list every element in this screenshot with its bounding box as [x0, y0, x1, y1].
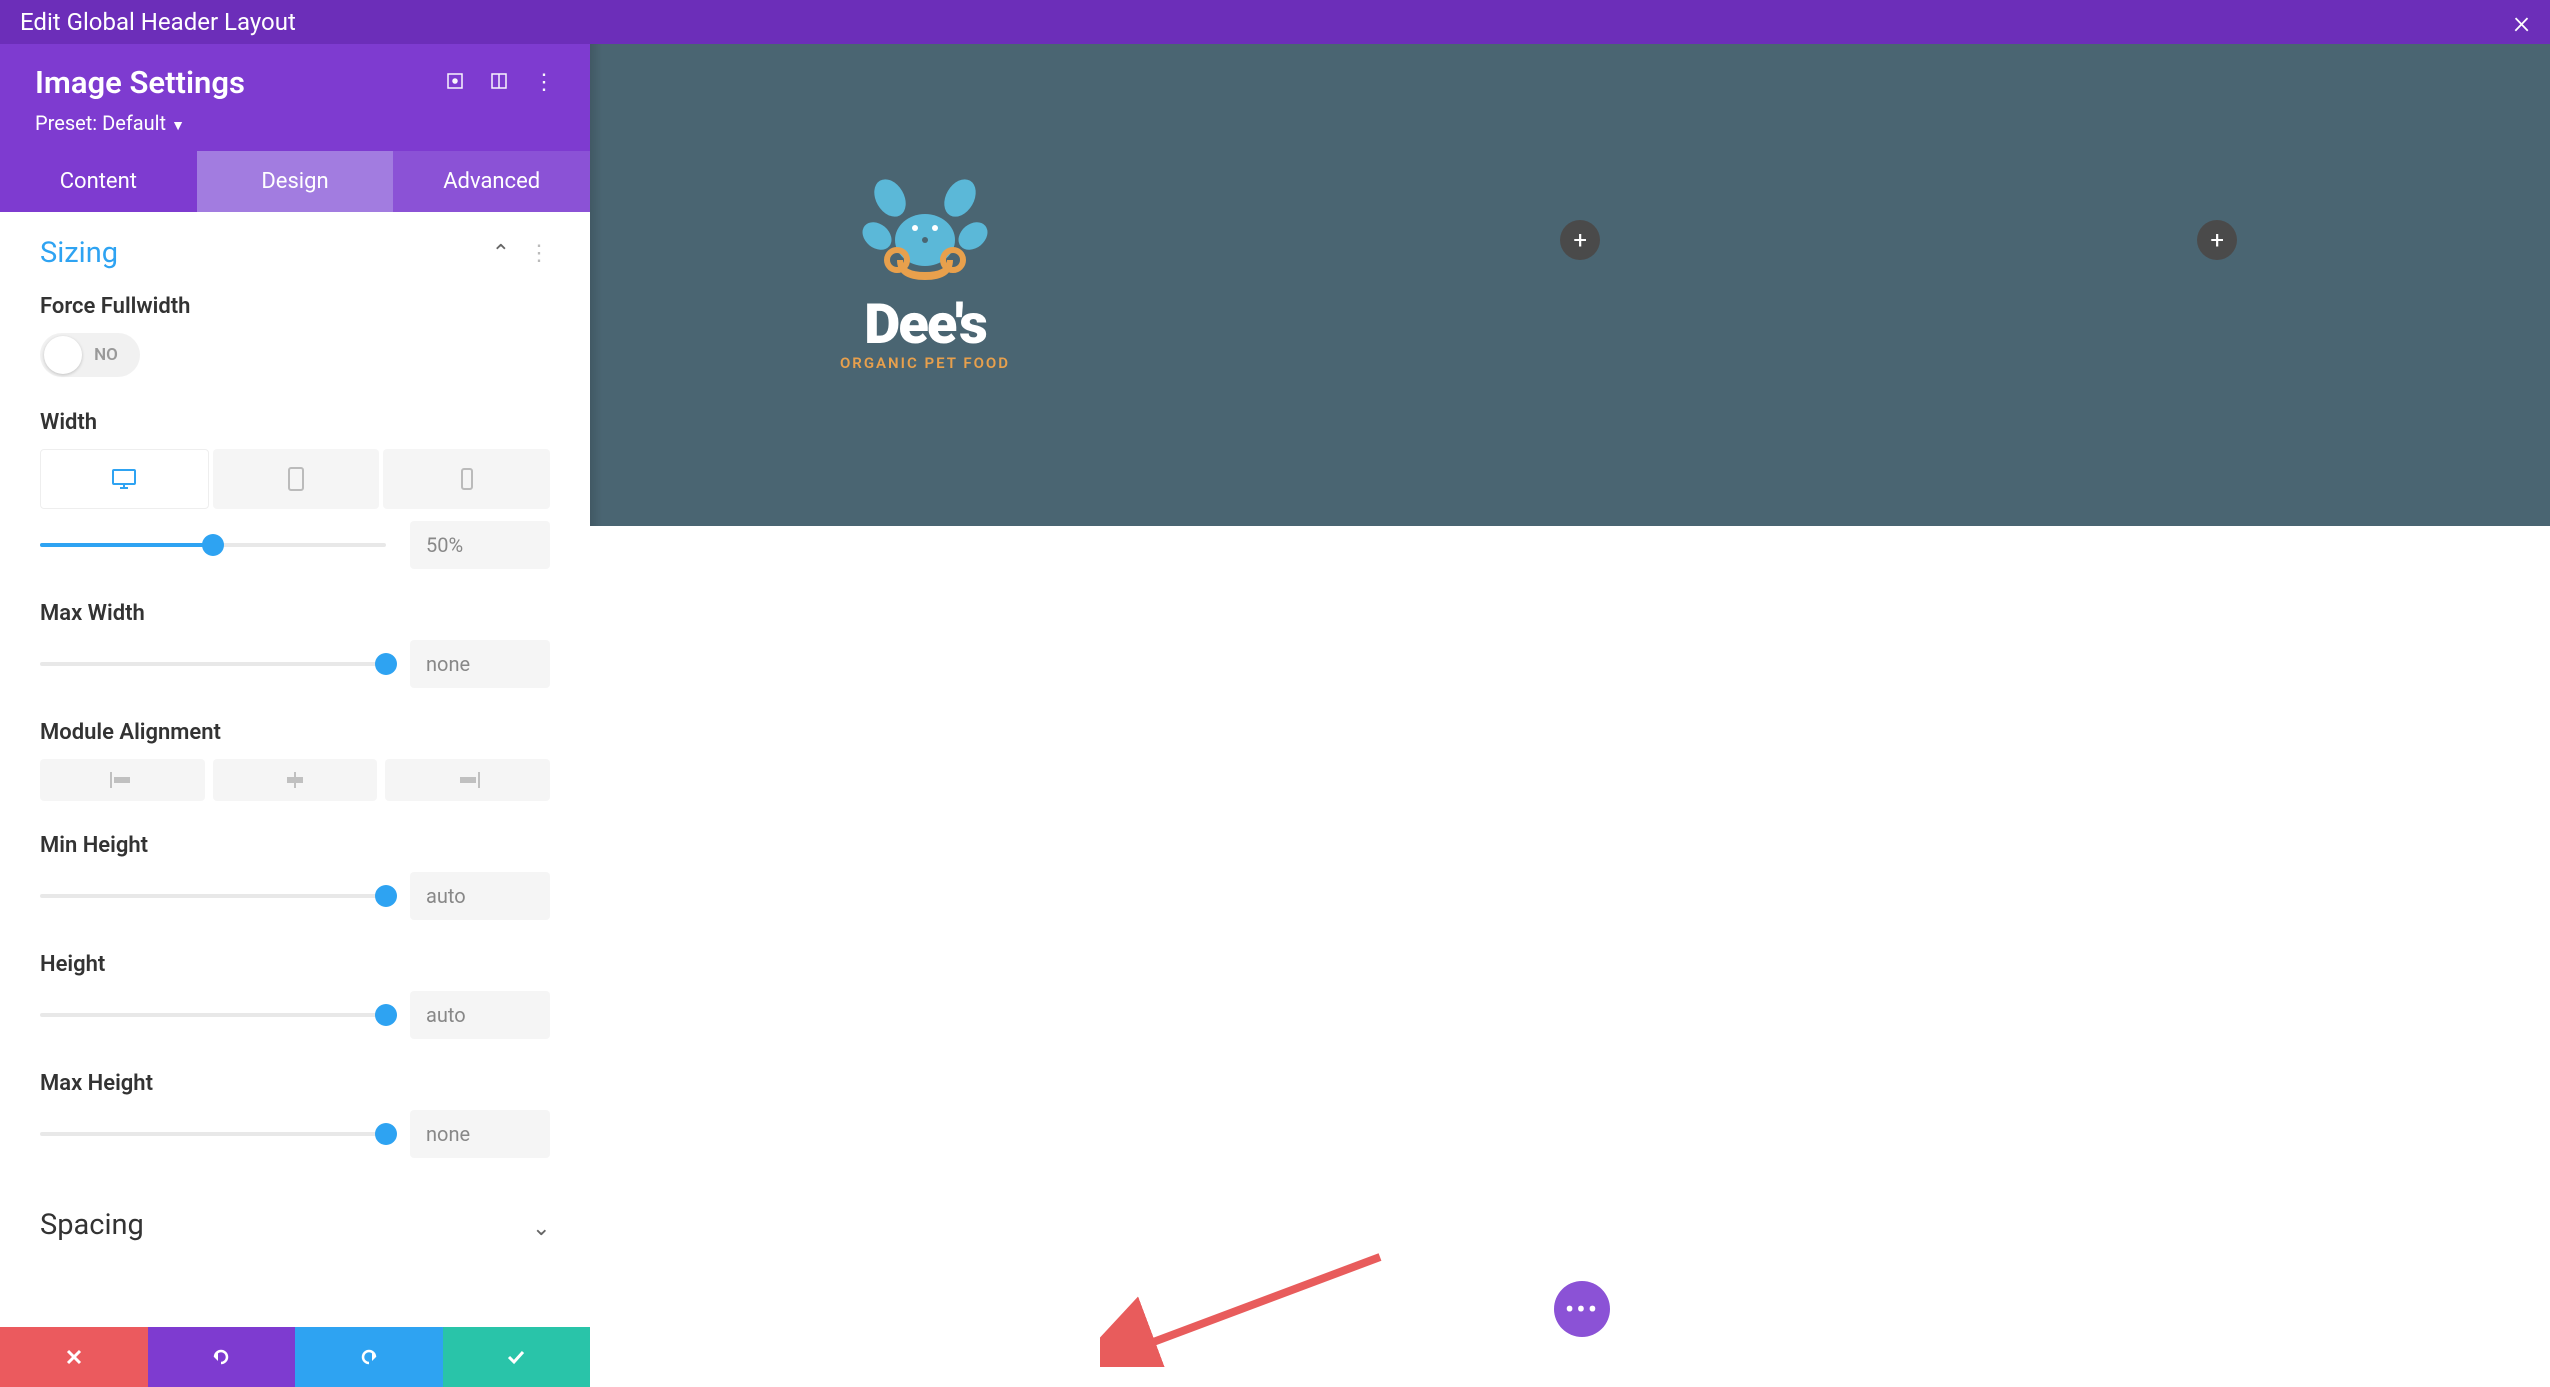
add-column-button-1[interactable]: + [1560, 220, 1600, 260]
workspace: Image Settings ⋮ Preset: Default ▼ Conte… [0, 44, 2550, 1387]
header-preview[interactable]: Dee's ORGANIC PET FOOD + + [590, 44, 2550, 526]
sidebar-header: Image Settings ⋮ Preset: Default ▼ [0, 44, 590, 151]
align-left-tab[interactable] [40, 759, 205, 801]
max-height-slider[interactable] [40, 1132, 386, 1136]
module-alignment-label: Module Alignment [40, 720, 550, 745]
force-fullwidth-toggle[interactable]: NO [40, 333, 140, 377]
align-center-tab[interactable] [213, 759, 378, 801]
close-icon[interactable]: × [2513, 3, 2530, 41]
chevron-down-icon: ⌃ [532, 1213, 550, 1238]
max-height-label: Max Height [40, 1071, 550, 1096]
tab-advanced[interactable]: Advanced [393, 151, 590, 212]
max-width-slider[interactable] [40, 662, 386, 666]
width-slider[interactable] [40, 543, 386, 547]
width-label: Width [40, 410, 550, 435]
min-height-slider[interactable] [40, 894, 386, 898]
device-tablet-tab[interactable] [213, 449, 380, 509]
tab-design[interactable]: Design [197, 151, 394, 212]
add-column-button-2[interactable]: + [2197, 220, 2237, 260]
min-height-label: Min Height [40, 833, 550, 858]
redo-button[interactable] [295, 1327, 443, 1387]
cancel-button[interactable] [0, 1327, 148, 1387]
sidebar-title: Image Settings [35, 64, 245, 101]
max-width-label: Max Width [40, 601, 550, 626]
top-bar-title: Edit Global Header Layout [20, 8, 296, 36]
fab-more-button[interactable]: ••• [1554, 1281, 1610, 1337]
save-button[interactable] [443, 1327, 591, 1387]
height-slider[interactable] [40, 1013, 386, 1017]
section-spacing[interactable]: Spacing ⌃ [0, 1184, 590, 1260]
panel-body: Sizing ⌃ ⋮ Force Fullwidth NO Width [0, 212, 590, 1387]
svg-text:ORGANIC PET FOOD: ORGANIC PET FOOD [840, 354, 1010, 372]
tabs: Content Design Advanced [0, 151, 590, 212]
bottom-buttons [0, 1327, 590, 1387]
device-phone-tab[interactable] [383, 449, 550, 509]
align-right-tab[interactable] [385, 759, 550, 801]
width-value[interactable]: 50% [410, 521, 550, 569]
shadow [590, 44, 602, 526]
focus-icon[interactable] [445, 71, 465, 95]
height-value[interactable]: auto [410, 991, 550, 1039]
more-icon[interactable]: ⋮ [533, 70, 555, 95]
logo[interactable]: Dee's ORGANIC PET FOOD [810, 163, 1040, 407]
canvas: Dee's ORGANIC PET FOOD + + ••• [590, 44, 2550, 1387]
tab-content[interactable]: Content [0, 151, 197, 212]
device-desktop-tab[interactable] [40, 449, 209, 509]
chevron-up-icon: ⌃ [492, 241, 510, 266]
arrow-annotation [1100, 1247, 1400, 1367]
undo-button[interactable] [148, 1327, 296, 1387]
top-bar: Edit Global Header Layout × [0, 0, 2550, 44]
height-label: Height [40, 952, 550, 977]
min-height-value[interactable]: auto [410, 872, 550, 920]
section-sizing[interactable]: Sizing ⌃ ⋮ [0, 212, 590, 288]
section-more-icon[interactable]: ⋮ [528, 241, 550, 266]
preset-selector[interactable]: Preset: Default ▼ [35, 111, 555, 135]
column-icon[interactable] [489, 71, 509, 95]
force-fullwidth-label: Force Fullwidth [40, 294, 550, 319]
max-width-value[interactable]: none [410, 640, 550, 688]
settings-sidebar: Image Settings ⋮ Preset: Default ▼ Conte… [0, 44, 590, 1387]
max-height-value[interactable]: none [410, 1110, 550, 1158]
svg-text:Dee's: Dee's [864, 291, 987, 357]
